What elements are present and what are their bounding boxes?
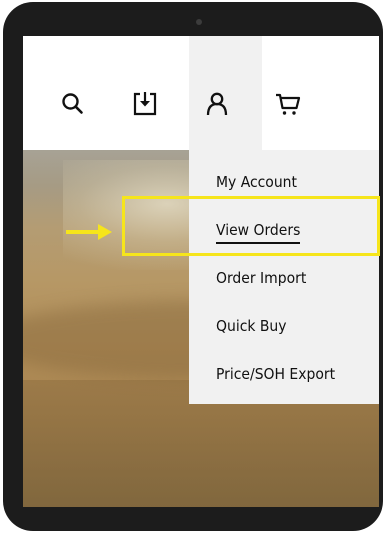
cart-icon[interactable]: [274, 90, 302, 118]
annotation-arrow-icon: [66, 222, 114, 242]
menu-item-label: Price/SOH Export: [216, 365, 336, 383]
tablet-screen: My Account View Orders Order Import Quic…: [23, 36, 379, 507]
user-icon[interactable]: [203, 90, 231, 118]
download-icon[interactable]: [131, 90, 159, 118]
menu-item-label: Order Import: [216, 269, 307, 287]
search-icon[interactable]: [59, 90, 87, 118]
menu-item-quick-buy[interactable]: Quick Buy: [189, 312, 379, 360]
site-header: [23, 36, 379, 150]
front-camera: [196, 19, 202, 25]
menu-item-label: My Account: [216, 173, 297, 191]
menu-item-label: Quick Buy: [216, 317, 287, 335]
menu-item-order-import[interactable]: Order Import: [189, 264, 379, 312]
menu-item-price-soh-export[interactable]: Price/SOH Export: [189, 360, 379, 408]
tutorial-screenshot: My Account View Orders Order Import Quic…: [0, 0, 386, 533]
tablet-frame: My Account View Orders Order Import Quic…: [3, 2, 383, 531]
account-dropdown-menu: My Account View Orders Order Import Quic…: [189, 150, 379, 404]
annotation-highlight-box: [122, 196, 380, 256]
